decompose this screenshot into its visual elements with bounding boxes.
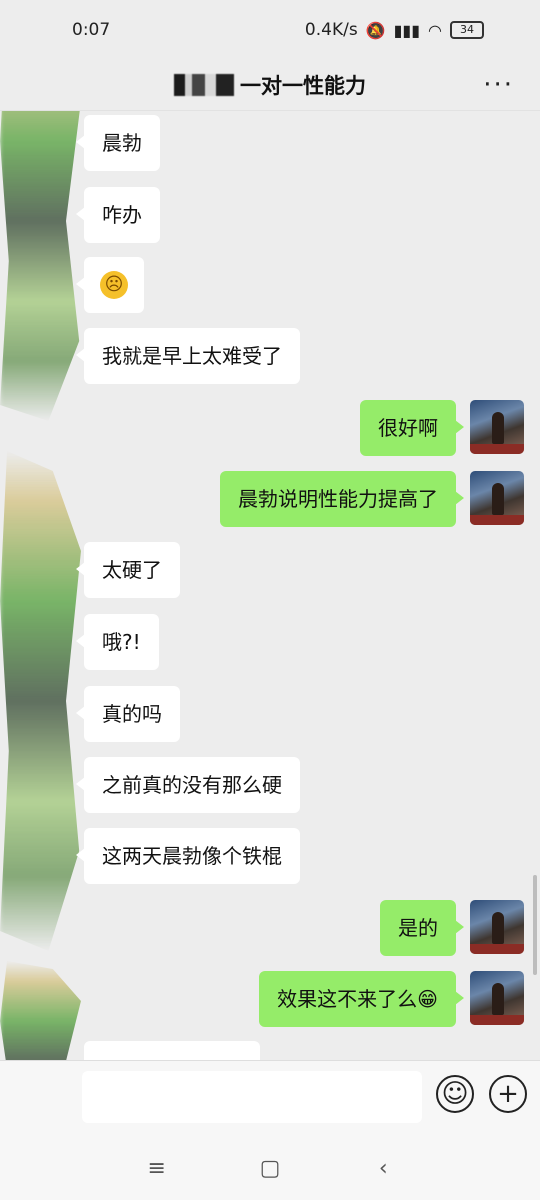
message-left: 之前真的没有那么硬: [76, 757, 300, 813]
message-bubble[interactable]: ☹: [76, 257, 144, 313]
avatar[interactable]: [470, 971, 524, 1025]
status-indicators: 0.4K/s 🔕 ▮▮▮ ◠ 34: [305, 20, 484, 40]
message-left: 太硬了: [76, 542, 180, 598]
plus-button[interactable]: +: [489, 1075, 527, 1113]
message-bubble[interactable]: 太硬了: [76, 542, 180, 598]
signal-icon: ▮▮▮: [393, 20, 421, 40]
menu-icon[interactable]: ≡: [137, 1156, 177, 1181]
avatar[interactable]: [470, 471, 524, 525]
message-bubble[interactable]: 晨勃说明性能力提高了: [220, 471, 464, 527]
avatar[interactable]: [470, 900, 524, 954]
blurred-avatar-strip: [0, 111, 81, 421]
message-left: 真的吗: [76, 686, 180, 742]
message-left: 晨勃: [76, 115, 160, 171]
avatar[interactable]: [470, 400, 524, 454]
chat-title: 一对一性能力: [174, 70, 366, 100]
blurred-avatar-strip: [0, 451, 81, 951]
status-time: 0:07: [72, 20, 111, 40]
message-right: 效果这不来了么😁: [259, 971, 524, 1027]
chat-area[interactable]: 晨勃 咋办 ☹ 我就是早上太难受了 很好啊 晨勃说明性能力提高了 太硬了 哦?!…: [0, 111, 540, 1061]
wifi-icon: ◠: [428, 20, 442, 40]
message-left: 咋办: [76, 187, 160, 243]
chat-header: 一对一性能力 ···: [0, 60, 540, 111]
message-bubble[interactable]: 咋办: [76, 187, 160, 243]
message-right: 晨勃说明性能力提高了: [220, 471, 524, 527]
home-icon[interactable]: ▢: [250, 1156, 290, 1181]
message-bubble[interactable]: 之前真的没有那么硬: [76, 757, 300, 813]
chat-title-text: 一对一性能力: [240, 74, 366, 98]
network-speed: 0.4K/s: [304, 20, 358, 40]
message-left: 这两天晨勃像个铁棍: [76, 828, 300, 884]
message-right: 很好啊: [360, 400, 524, 456]
status-bar: 0:07 0.4K/s 🔕 ▮▮▮ ◠ 34: [0, 0, 540, 60]
message-left: 我就是早上太难受了: [76, 328, 300, 384]
system-nav-bar: ≡ ▢ ‹: [0, 1136, 540, 1200]
message-bubble[interactable]: 真的吗: [76, 686, 180, 742]
message-bubble[interactable]: 晨勃: [76, 115, 160, 171]
message-left: 哦?!: [76, 614, 159, 670]
more-options-button[interactable]: ···: [483, 70, 514, 100]
emoji-button[interactable]: ☺: [436, 1075, 474, 1113]
message-bubble[interactable]: [84, 1041, 260, 1061]
message-left-partial: [84, 1041, 260, 1061]
message-bubble[interactable]: 我就是早上太难受了: [76, 328, 300, 384]
input-bar: ☺ +: [0, 1060, 540, 1137]
message-input[interactable]: [82, 1071, 422, 1123]
redacted-name: [174, 74, 234, 96]
message-bubble[interactable]: 是的: [380, 900, 464, 956]
blurred-avatar-strip: [0, 961, 81, 1061]
battery-icon: 34: [450, 21, 484, 39]
message-bubble[interactable]: 哦?!: [76, 614, 159, 670]
message-left: ☹: [76, 257, 144, 313]
message-right: 是的: [380, 900, 524, 956]
crying-face-icon: ☹: [100, 271, 128, 299]
message-bubble[interactable]: 很好啊: [360, 400, 464, 456]
mute-bell-icon: 🔕: [365, 20, 386, 40]
back-icon[interactable]: ‹: [363, 1156, 403, 1181]
scrollbar[interactable]: [533, 875, 537, 975]
message-bubble[interactable]: 这两天晨勃像个铁棍: [76, 828, 300, 884]
message-bubble[interactable]: 效果这不来了么😁: [259, 971, 464, 1027]
